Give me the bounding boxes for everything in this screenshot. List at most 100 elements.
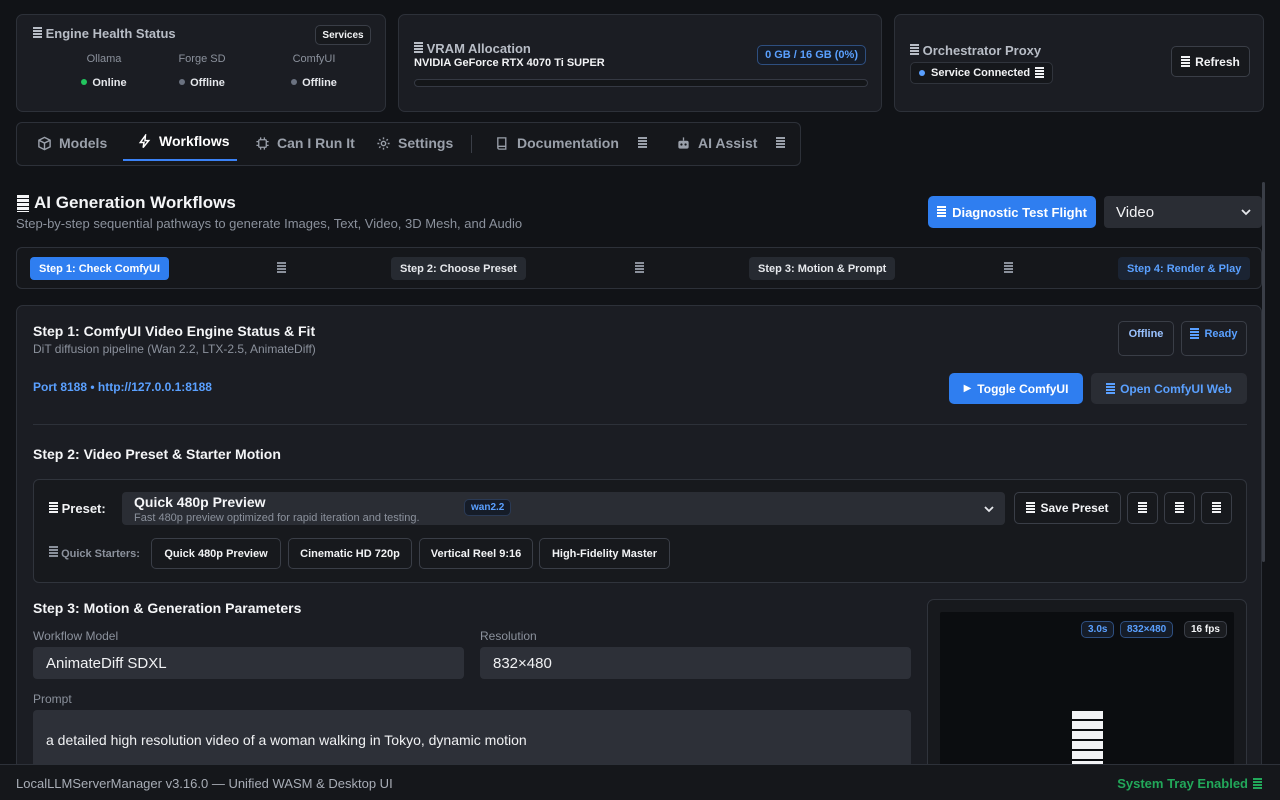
gpu-name: NVIDIA GeForce RTX 4070 Ti SUPER xyxy=(414,57,605,69)
fps-badge: 16 fps xyxy=(1184,621,1227,638)
preset-description: Fast 480p preview optimized for rapid it… xyxy=(134,512,420,524)
save-preset-button[interactable]: Save Preset xyxy=(1014,492,1121,524)
page-title: AI Generation Workflows xyxy=(17,193,236,213)
chip-icon xyxy=(256,136,269,150)
step-2-chip[interactable]: Step 2: Choose Preset xyxy=(391,257,526,280)
section-divider xyxy=(33,424,1247,425)
step1-title: Step 1: ComfyUI Video Engine Status & Fi… xyxy=(33,323,316,339)
external-link-icon xyxy=(1106,382,1116,395)
starter-button[interactable]: Cinematic HD 720p xyxy=(288,538,412,569)
play-icon: ▶ xyxy=(963,383,972,394)
ready-badge: Ready xyxy=(1181,321,1247,356)
tab-settings[interactable]: Settings xyxy=(376,123,453,163)
engine-status: Offline xyxy=(167,77,237,89)
preset-icon xyxy=(49,502,58,514)
scrollbar-thumb[interactable] xyxy=(1262,182,1265,562)
proxy-card: Orchestrator Proxy Service Connected Ref… xyxy=(894,14,1264,112)
tab-models[interactable]: Models xyxy=(37,123,107,163)
arrow-icon xyxy=(635,262,644,274)
status-dot xyxy=(179,79,186,85)
arrow-icon xyxy=(1004,262,1013,274)
footer: LocalLLMServerManager v3.16.0 — Unified … xyxy=(0,764,1280,800)
starter-button[interactable]: Vertical Reel 9:16 xyxy=(419,538,533,569)
mode-select[interactable]: Video xyxy=(1104,196,1262,228)
duration-badge: 3.0s xyxy=(1081,621,1115,638)
engine-name: Forge SD xyxy=(178,53,226,65)
tab-ai-assist[interactable]: AI Assist xyxy=(676,123,786,163)
film-icon xyxy=(1072,711,1103,771)
preset-label: Preset: xyxy=(49,501,106,516)
status-dot xyxy=(81,79,88,85)
workflow-model-label: Workflow Model xyxy=(33,629,119,643)
vram-title: VRAM Allocation xyxy=(414,41,531,56)
engine-ollama: Ollama Online xyxy=(69,53,139,89)
services-button[interactable]: Services xyxy=(315,25,371,45)
server-icon xyxy=(910,44,919,56)
step-4-chip[interactable]: Step 4: Render & Play xyxy=(1118,257,1251,280)
step-3-chip[interactable]: Step 3: Motion & Prompt xyxy=(749,257,896,280)
copy-icon xyxy=(1175,502,1184,514)
quick-starters-label: Quick Starters: xyxy=(49,546,140,560)
preset-tag: wan2.2 xyxy=(464,499,512,516)
service-connected-badge: Service Connected xyxy=(910,62,1054,84)
workflow-icon xyxy=(17,194,29,212)
workflow-model-input[interactable]: AnimateDiff SDXL xyxy=(33,647,464,679)
toggle-comfyui-button[interactable]: ▶ Toggle ComfyUI xyxy=(949,373,1083,404)
step-1-chip[interactable]: Step 1: Check ComfyUI xyxy=(30,257,170,280)
tab-workflows[interactable]: Workflows xyxy=(123,123,237,161)
external-icon xyxy=(637,137,647,149)
step3-title: Step 3: Motion & Generation Parameters xyxy=(33,600,302,616)
workflow-panel: Step 1: ComfyUI Video Engine Status & Fi… xyxy=(16,305,1262,775)
vram-bar xyxy=(414,79,868,87)
engine-health-card: Engine Health Status Services Ollama Onl… xyxy=(16,14,386,112)
refresh-icon xyxy=(1181,55,1191,68)
step2-title: Step 2: Video Preset & Starter Motion xyxy=(33,446,281,462)
save-icon xyxy=(1026,502,1036,514)
vram-usage-badge: 0 GB / 16 GB (0%) xyxy=(757,45,866,65)
external-icon xyxy=(776,137,786,149)
preset-action-button-1[interactable] xyxy=(1127,492,1158,524)
preset-action-button-3[interactable] xyxy=(1201,492,1232,524)
video-preview-panel: 3.0s 832×480 16 fps xyxy=(927,599,1247,774)
engine-name: ComfyUI xyxy=(292,53,336,65)
tab-can-i-run-it[interactable]: Can I Run It xyxy=(255,123,355,163)
arrow-icon xyxy=(277,262,286,274)
main-nav: Models Workflows Can I Run It Settings D… xyxy=(16,122,801,166)
status-dot xyxy=(291,79,298,85)
vram-card: VRAM Allocation NVIDIA GeForce RTX 4070 … xyxy=(398,14,882,112)
open-comfyui-web-button[interactable]: Open ComfyUI Web xyxy=(1091,373,1247,404)
engine-status: Online xyxy=(69,77,139,89)
prompt-label: Prompt xyxy=(33,692,72,706)
offline-badge: Offline xyxy=(1118,321,1174,356)
app-version: LocalLLMServerManager v3.16.0 — Unified … xyxy=(16,776,393,791)
starter-button[interactable]: High-Fidelity Master xyxy=(539,538,670,569)
diagnostic-test-flight-button[interactable]: Diagnostic Test Flight xyxy=(928,196,1096,228)
engine-comfyui: ComfyUI Offline xyxy=(279,53,349,89)
engine-status: Offline xyxy=(279,77,349,89)
tab-documentation[interactable]: Documentation xyxy=(495,123,647,163)
preset-action-button-2[interactable] xyxy=(1164,492,1195,524)
engine-forge: Forge SD Offline xyxy=(167,53,237,89)
link-icon xyxy=(1035,67,1045,79)
chevron-down-icon xyxy=(984,506,994,513)
flask-icon xyxy=(937,206,947,218)
page-subtitle: Step-by-step sequential pathways to gene… xyxy=(16,216,523,231)
preset-box: Preset: Quick 480p Preview Fast 480p pre… xyxy=(33,479,1247,583)
edit-icon xyxy=(1138,502,1147,514)
resolution-input[interactable]: 832×480 xyxy=(480,647,911,679)
resolution-badge: 832×480 xyxy=(1120,621,1174,638)
starter-button[interactable]: Quick 480p Preview xyxy=(151,538,281,569)
memory-icon xyxy=(414,42,423,54)
status-dot xyxy=(919,70,925,76)
comfyui-port-link[interactable]: Port 8188 • http://127.0.0.1:8188 xyxy=(33,380,212,394)
engine-name: Ollama xyxy=(86,53,122,65)
preset-name: Quick 480p Preview xyxy=(134,494,266,510)
system-tray-status: System Tray Enabled xyxy=(1117,776,1262,791)
delete-icon xyxy=(1212,502,1221,514)
nav-divider xyxy=(471,135,472,153)
refresh-button[interactable]: Refresh xyxy=(1171,46,1250,77)
lightning-icon xyxy=(138,133,151,148)
preset-select[interactable]: Quick 480p Preview Fast 480p preview opt… xyxy=(122,492,1005,525)
check-icon xyxy=(1190,328,1200,340)
engine-health-title: Engine Health Status xyxy=(33,26,176,41)
